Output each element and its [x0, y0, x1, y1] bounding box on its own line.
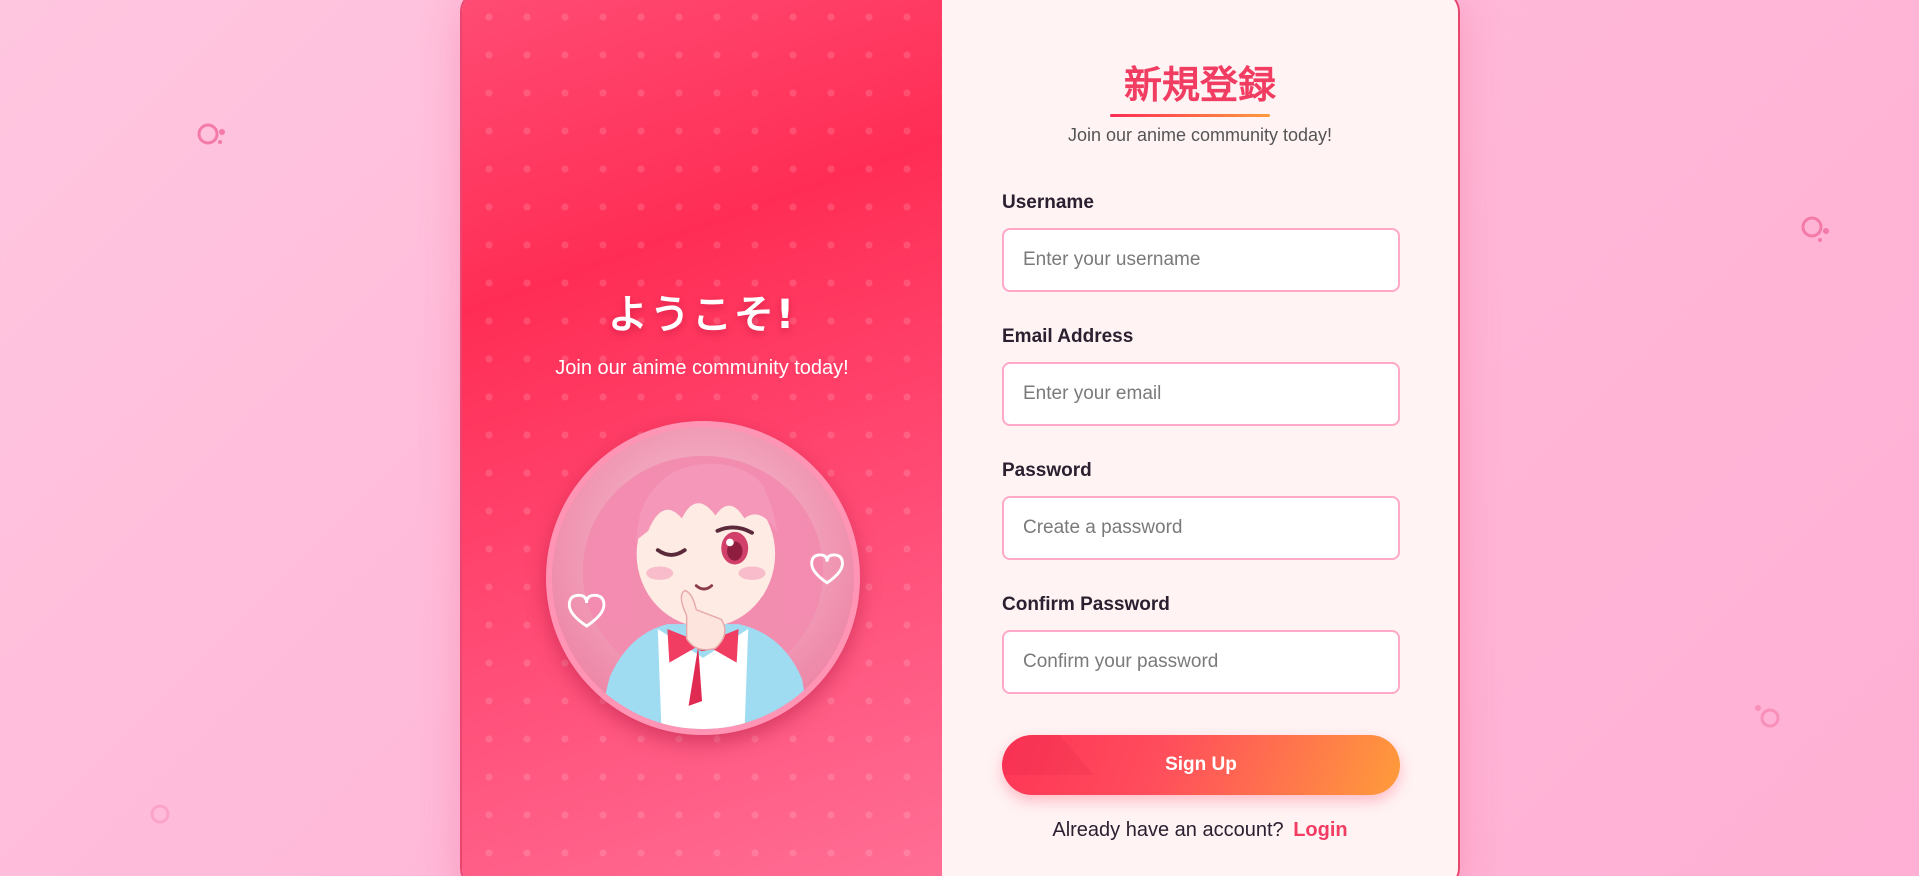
- anime-girl-icon: [567, 455, 844, 729]
- welcome-tagline: Join our anime community today!: [555, 357, 849, 379]
- bubble-icon: [1755, 705, 1780, 728]
- bubble-icon: [197, 123, 225, 145]
- welcome-heading: ようこそ!: [607, 292, 797, 338]
- confirm-password-input[interactable]: [1002, 630, 1400, 694]
- login-link[interactable]: Login: [1293, 819, 1347, 841]
- sign-up-button[interactable]: Sign Up: [1002, 735, 1400, 795]
- confirm-password-label: Confirm Password: [1002, 594, 1170, 615]
- login-prompt-text: Already have an account?: [1052, 819, 1284, 841]
- password-input[interactable]: [1002, 496, 1400, 560]
- username-label: Username: [1002, 192, 1094, 213]
- password-label: Password: [1002, 460, 1092, 481]
- email-label: Email Address: [1002, 326, 1134, 347]
- anime-girl-avatar: [546, 421, 860, 735]
- welcome-panel: ようこそ! Join our anime community today!: [462, 0, 942, 876]
- form-title: 新規登録: [1123, 63, 1276, 107]
- username-input[interactable]: [1002, 228, 1400, 292]
- title-underline: [1110, 114, 1270, 117]
- login-prompt-row: Already have an account? Login: [942, 819, 1458, 842]
- signup-form-panel: 新規登録 Join our anime community today! Use…: [942, 0, 1458, 876]
- bubble-icon: [1801, 216, 1829, 242]
- email-input[interactable]: [1002, 362, 1400, 426]
- form-subtitle: Join our anime community today!: [1067, 125, 1333, 145]
- signup-card: ようこそ! Join our anime community today! 新規…: [460, 0, 1460, 876]
- bubble-icon: [150, 804, 170, 824]
